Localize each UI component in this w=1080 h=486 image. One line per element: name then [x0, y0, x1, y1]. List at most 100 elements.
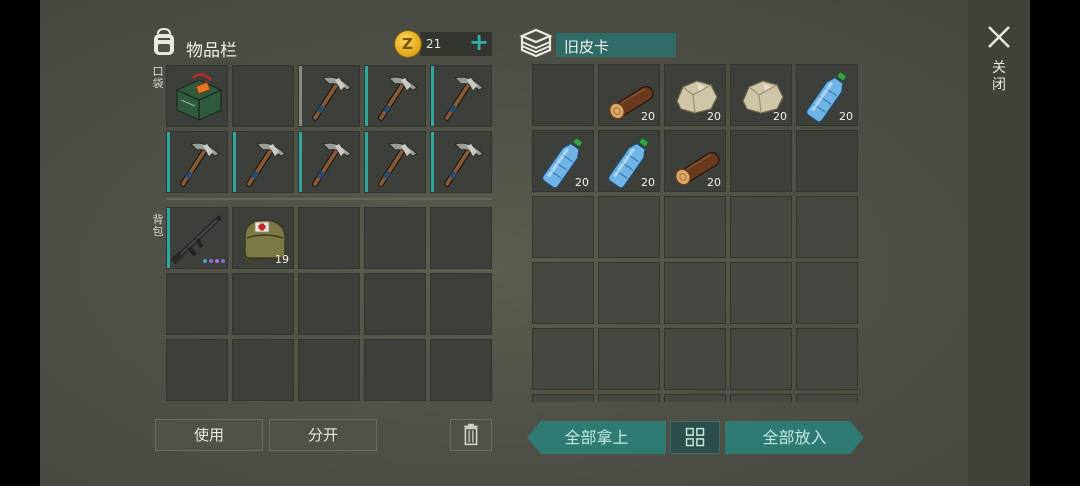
slot-pickaxe[interactable] — [430, 131, 492, 193]
empty-slot[interactable] — [364, 273, 426, 335]
slot-pickaxe[interactable] — [232, 131, 294, 193]
slot-pickaxe[interactable] — [298, 131, 360, 193]
empty-slot[interactable] — [166, 273, 228, 335]
slot-water-bottle[interactable]: 20 — [598, 130, 660, 192]
container-title-text: 旧皮卡 — [564, 38, 610, 56]
attachment-dots — [203, 259, 225, 263]
inventory-screen: 物品栏 21 + 口袋 背包 — [40, 0, 1030, 486]
slot-pickaxe[interactable] — [166, 131, 228, 193]
pickaxe-icon — [312, 76, 352, 121]
empty-slot[interactable] — [532, 196, 594, 258]
item-quantity: 20 — [707, 176, 721, 189]
slot-log[interactable]: 20 — [598, 64, 660, 126]
pickaxe-icon — [246, 142, 286, 187]
slot-stone[interactable]: 20 — [664, 64, 726, 126]
slot-stone[interactable]: 20 — [730, 64, 792, 126]
slot-assault-rifle[interactable] — [166, 207, 228, 269]
grid-sort-icon — [685, 427, 705, 447]
empty-slot[interactable] — [796, 262, 858, 324]
empty-slot[interactable] — [430, 273, 492, 335]
empty-slot[interactable] — [730, 262, 792, 324]
empty-slot[interactable] — [730, 196, 792, 258]
empty-slot[interactable] — [298, 339, 360, 401]
supply-crate-icon — [176, 73, 222, 121]
empty-slot[interactable] — [796, 394, 858, 402]
split-button[interactable]: 分开 — [269, 419, 377, 451]
attachment-dot — [209, 259, 213, 263]
empty-slot[interactable] — [664, 196, 726, 258]
empty-slot[interactable] — [532, 394, 594, 402]
empty-slot[interactable] — [364, 207, 426, 269]
close-icon[interactable] — [984, 22, 1014, 52]
pickaxe-icon — [180, 142, 220, 187]
slot-log[interactable]: 20 — [664, 130, 726, 192]
backpack-icon — [154, 27, 174, 55]
empty-slot[interactable] — [796, 130, 858, 192]
sort-button[interactable] — [670, 421, 720, 454]
pickaxe-icon — [444, 142, 484, 187]
empty-slot[interactable] — [664, 262, 726, 324]
pickaxe-icon — [312, 142, 352, 187]
use-button[interactable]: 使用 — [155, 419, 263, 451]
container-title: 旧皮卡 — [556, 33, 676, 57]
attachment-dot — [221, 259, 225, 263]
empty-slot[interactable] — [730, 328, 792, 390]
box-icon — [519, 28, 553, 58]
empty-slot[interactable] — [532, 328, 594, 390]
container-grid: 20 20 20 20 20 20 20 — [532, 64, 858, 402]
empty-slot[interactable] — [232, 339, 294, 401]
container-scroll-area[interactable]: 20 20 20 20 20 20 20 — [532, 64, 860, 402]
empty-slot[interactable] — [364, 339, 426, 401]
empty-slot[interactable] — [730, 130, 792, 192]
close-label[interactable]: 关闭 — [992, 60, 1006, 94]
slot-pickaxe[interactable] — [364, 65, 426, 127]
slot-pickaxe[interactable] — [430, 65, 492, 127]
empty-slot[interactable] — [298, 207, 360, 269]
empty-slot[interactable] — [796, 196, 858, 258]
empty-slot[interactable] — [298, 273, 360, 335]
empty-slot[interactable] — [664, 394, 726, 402]
empty-slot[interactable] — [430, 339, 492, 401]
trash-button[interactable] — [450, 419, 492, 451]
item-quantity: 20 — [641, 110, 655, 123]
empty-slot[interactable] — [166, 339, 228, 401]
item-quantity: 20 — [641, 176, 655, 189]
item-quantity: 19 — [275, 253, 289, 266]
empty-slot[interactable] — [796, 328, 858, 390]
pickaxe-icon — [378, 76, 418, 121]
empty-slot[interactable] — [532, 262, 594, 324]
empty-slot[interactable] — [532, 64, 594, 126]
plus-icon[interactable]: + — [467, 30, 491, 54]
take-all-button[interactable]: 全部拿上 — [527, 421, 666, 454]
slot-pickaxe[interactable] — [364, 131, 426, 193]
empty-slot[interactable] — [598, 328, 660, 390]
empty-slot[interactable] — [598, 262, 660, 324]
pocket-label: 口袋 — [152, 65, 164, 90]
empty-slot[interactable] — [598, 394, 660, 402]
slot-water-bottle[interactable]: 20 — [532, 130, 594, 192]
trash-icon — [464, 423, 478, 446]
empty-slot[interactable] — [598, 196, 660, 258]
empty-slot[interactable] — [730, 394, 792, 402]
attachment-dot — [215, 259, 219, 263]
empty-slot[interactable] — [232, 65, 294, 127]
slot-water-bottle[interactable]: 20 — [796, 64, 858, 126]
item-quantity: 20 — [707, 110, 721, 123]
slot-pickaxe[interactable] — [298, 65, 360, 127]
coin-count: 21 — [426, 37, 442, 51]
inventory-title: 物品栏 — [186, 41, 237, 61]
slot-supply-crate[interactable] — [166, 65, 228, 127]
empty-slot[interactable] — [232, 273, 294, 335]
item-quantity: 20 — [773, 110, 787, 123]
grid-divider — [166, 198, 492, 200]
backpack-grid: 19 — [166, 207, 492, 401]
put-all-button[interactable]: 全部放入 — [725, 421, 864, 454]
empty-slot[interactable] — [664, 328, 726, 390]
pickaxe-icon — [444, 76, 484, 121]
empty-slot[interactable] — [430, 207, 492, 269]
slot-medkit-bag[interactable]: 19 — [232, 207, 294, 269]
item-quantity: 20 — [839, 110, 853, 123]
pickaxe-icon — [378, 142, 418, 187]
attachment-dot — [203, 259, 207, 263]
pocket-grid — [166, 65, 492, 193]
